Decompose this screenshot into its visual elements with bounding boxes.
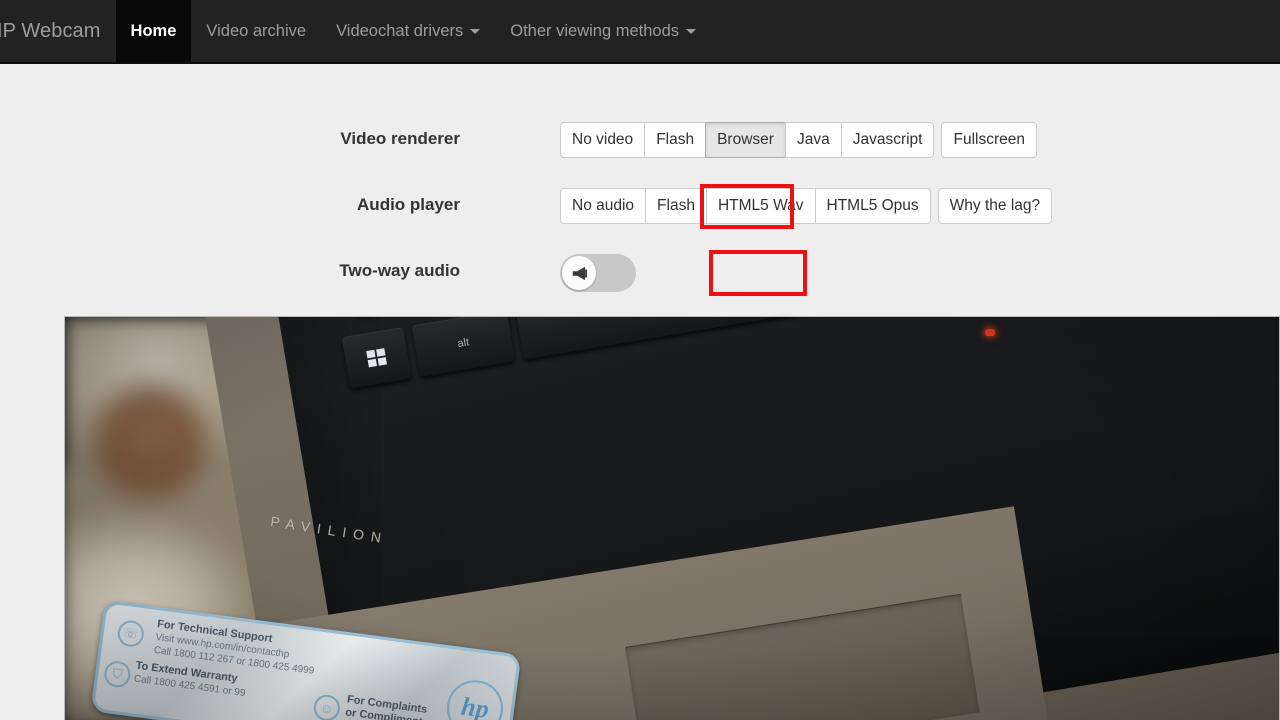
audio-player-button-group: No audio Flash HTML5 Wav HTML5 Opus	[560, 188, 931, 224]
video-renderer-button-flash[interactable]: Flash	[644, 122, 707, 158]
video-canvas: 6 7 8 9 0 - caps lock W E R T Y U I O P	[65, 317, 1279, 720]
settings-form: Video renderer No video Flash Browser Ja…	[0, 66, 1280, 316]
site-brand[interactable]: IP Webcam	[0, 0, 116, 62]
sticker-complaints: For Complaints or Compliments Email in.c…	[343, 694, 445, 720]
nav-item-other-viewing-methods-label: Other viewing methods	[510, 21, 680, 40]
fullscreen-button[interactable]: Fullscreen	[941, 122, 1037, 158]
windows-icon	[366, 348, 387, 368]
shield-icon: ⛉	[102, 659, 132, 689]
nav-item-videochat-drivers-label: Videochat drivers	[336, 21, 464, 40]
video-renderer-button-java[interactable]: Java	[784, 122, 842, 158]
megaphone-icon	[572, 266, 587, 280]
smiley-icon: ☺	[312, 693, 342, 720]
audio-player-label: Audio player	[357, 195, 460, 214]
two-way-audio-toggle[interactable]	[560, 254, 636, 292]
toggle-knob	[562, 256, 596, 290]
key-windows	[341, 326, 412, 389]
status-led	[985, 329, 995, 336]
video-renderer-button-no-video[interactable]: No video	[560, 122, 646, 158]
key-spacebar	[515, 317, 939, 360]
background-wood-blur	[85, 377, 215, 507]
audio-player-controls: No audio Flash HTML5 Wav HTML5 Opus Why …	[560, 188, 1053, 224]
nav-item-video-archive[interactable]: Video archive	[191, 0, 321, 62]
audio-player-button-no-audio[interactable]: No audio	[560, 188, 647, 224]
chevron-down-icon	[470, 28, 481, 34]
video-renderer-row: Video renderer No video Flash Browser Ja…	[0, 122, 1100, 158]
audio-player-row: Audio player No audio Flash HTML5 Wav HT…	[0, 188, 1100, 224]
key-alt: alt	[411, 317, 516, 377]
video-feed-panel[interactable]: 6 7 8 9 0 - caps lock W E R T Y U I O P	[64, 316, 1280, 720]
nav-item-home-label: Home	[130, 21, 177, 40]
two-way-audio-controls	[560, 254, 636, 292]
two-way-audio-row: Two-way audio	[0, 254, 1100, 292]
nav-items: Home Video archive Videochat drivers Oth…	[115, 0, 711, 62]
nav-item-home[interactable]: Home	[115, 0, 192, 62]
why-the-lag-button[interactable]: Why the lag?	[937, 188, 1053, 224]
top-navbar: IP Webcam Home Video archive Videochat d…	[0, 0, 1280, 64]
two-way-audio-label: Two-way audio	[339, 261, 460, 280]
video-renderer-controls: No video Flash Browser Java Javascript F…	[560, 122, 1037, 158]
nav-item-other-viewing-methods[interactable]: Other viewing methods	[495, 0, 711, 62]
video-renderer-label: Video renderer	[340, 129, 460, 148]
hp-logo-icon: hp	[443, 676, 507, 720]
audio-player-button-html5-wav[interactable]: HTML5 Wav	[705, 188, 816, 224]
audio-player-button-html5-opus[interactable]: HTML5 Opus	[814, 188, 931, 224]
video-renderer-button-browser[interactable]: Browser	[705, 122, 786, 158]
nav-item-videochat-drivers[interactable]: Videochat drivers	[321, 0, 495, 62]
video-renderer-button-group: No video Flash Browser Java Javascript	[560, 122, 935, 158]
nav-item-video-archive-label: Video archive	[206, 21, 307, 40]
audio-player-button-flash[interactable]: Flash	[645, 188, 707, 224]
chevron-down-icon	[686, 28, 697, 34]
video-renderer-button-javascript[interactable]: Javascript	[840, 122, 935, 158]
headset-icon: ☏	[116, 619, 146, 649]
